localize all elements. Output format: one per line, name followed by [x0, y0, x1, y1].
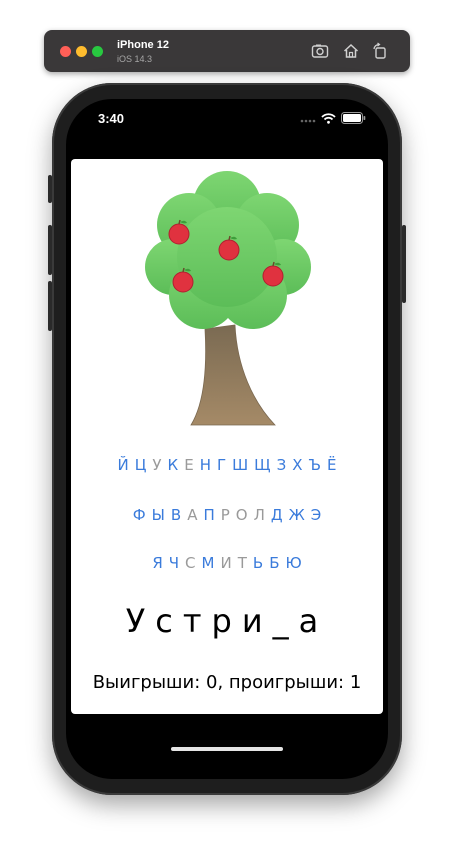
letter-key[interactable]: Ч: [166, 553, 182, 573]
simulator-toolbar: iPhone 12 iOS 14.3: [44, 30, 410, 72]
notch: [146, 99, 308, 129]
letter-key[interactable]: Я: [149, 553, 165, 573]
letter-key[interactable]: К: [165, 455, 182, 475]
power-button: [402, 225, 406, 303]
letter-key: У: [152, 456, 162, 474]
letter-key[interactable]: Х: [289, 455, 305, 475]
keyboard-row-1: ЙЦУКЕНГШЩЗХЪЁ: [71, 455, 383, 475]
letter-key[interactable]: Ф: [130, 505, 149, 525]
wifi-icon: [321, 112, 336, 124]
iphone-frame: 3:40 Й Ц У К Е Н Г Ш Щ З Х Ъ Ё Ф Ы В А П…: [48, 83, 406, 795]
letter-key: Р: [220, 506, 230, 524]
score-label: Выигрыши: 0, проигрыши: 1: [92, 672, 362, 693]
keyboard-row-3: ЯЧСМИТЬБЮ: [71, 553, 383, 573]
letter-key[interactable]: Д: [268, 505, 286, 525]
letter-key[interactable]: Г: [214, 455, 229, 475]
volume-down-button: [48, 281, 52, 331]
volume-up-button: [48, 225, 52, 275]
apple-tree-icon: [145, 171, 311, 426]
battery-icon: [341, 112, 366, 124]
letter-key: Т: [237, 554, 247, 572]
keyboard-row-2: ФЫВАПРОЛДЖЭ: [71, 505, 383, 525]
home-icon[interactable]: [342, 42, 360, 60]
home-indicator[interactable]: [171, 747, 283, 751]
letter-key[interactable]: Ь: [250, 553, 266, 573]
letter-key[interactable]: З: [274, 455, 290, 475]
letter-key[interactable]: Ц: [132, 455, 150, 475]
letter-key[interactable]: Й: [115, 455, 132, 475]
letter-key[interactable]: Ю: [282, 553, 304, 573]
letter-key: С: [185, 554, 196, 572]
device-screen: 3:40 Й Ц У К Е Н Г Ш Щ З Х Ъ Ё Ф Ы В А П…: [66, 99, 388, 779]
letter-key[interactable]: Э: [308, 505, 324, 525]
signal-icon: [300, 113, 316, 123]
letter-key: А: [187, 506, 198, 524]
mute-switch: [48, 175, 52, 203]
status-time: 3:40: [98, 111, 125, 126]
letter-key: Л: [253, 506, 265, 524]
minimize-window-button[interactable]: [76, 46, 87, 57]
letter-key[interactable]: М: [199, 553, 218, 573]
zoom-window-button[interactable]: [92, 46, 103, 57]
screenshot-icon[interactable]: [311, 42, 329, 60]
simulator-os-version: iOS 14.3: [117, 54, 153, 64]
letter-key[interactable]: Ъ: [305, 455, 324, 475]
game-screen: ЙЦУКЕНГШЩЗХЪЁ ФЫВАПРОЛДЖЭ ЯЧСМИТЬБЮ Устр…: [71, 159, 383, 714]
letter-key[interactable]: Ж: [286, 505, 308, 525]
letter-key[interactable]: В: [168, 505, 184, 525]
letter-key[interactable]: Щ: [251, 455, 273, 475]
letter-key: И: [220, 554, 232, 572]
letter-key[interactable]: Ш: [229, 455, 251, 475]
letter-key[interactable]: Ы: [149, 505, 168, 525]
guessed-word: Устри_а: [125, 602, 329, 640]
close-window-button[interactable]: [60, 46, 71, 57]
letter-key[interactable]: Б: [266, 553, 282, 573]
rotate-icon[interactable]: [371, 42, 389, 60]
status-icons: [300, 112, 366, 124]
letter-key: О: [235, 506, 248, 524]
letter-key[interactable]: П: [200, 505, 217, 525]
letter-key[interactable]: Ё: [324, 455, 339, 475]
letter-key[interactable]: Н: [197, 455, 214, 475]
simulator-device-name: iPhone 12: [117, 39, 169, 51]
letter-key: Е: [184, 456, 194, 474]
